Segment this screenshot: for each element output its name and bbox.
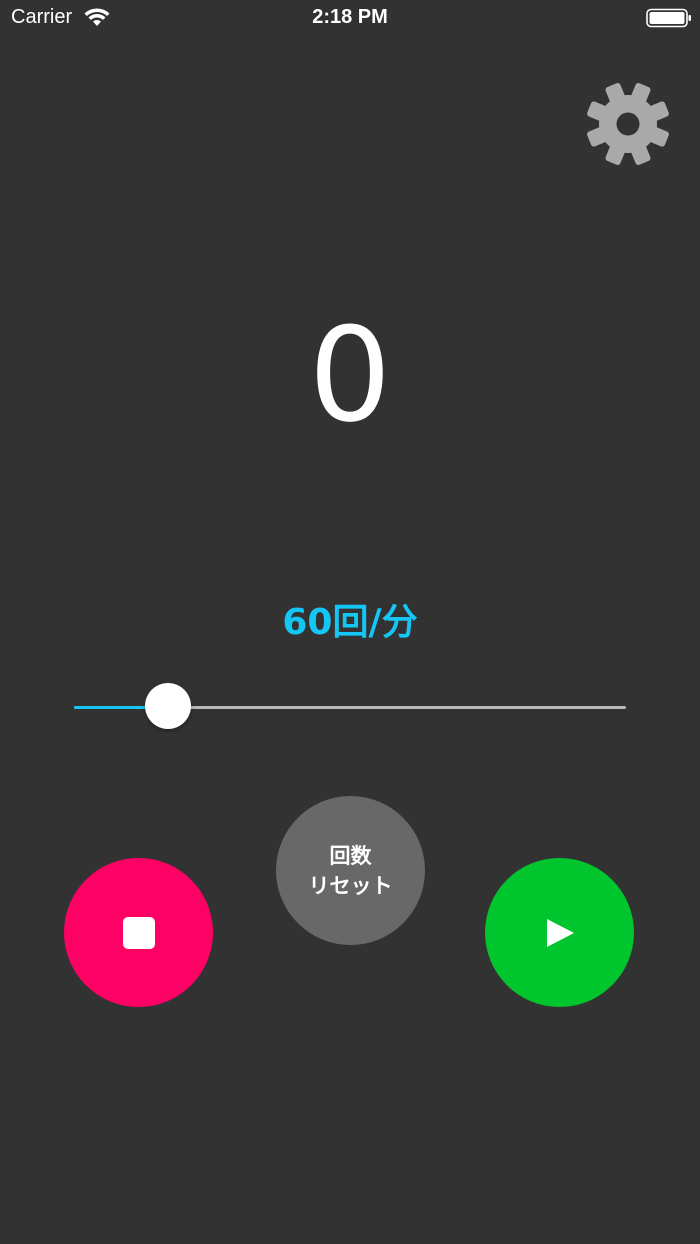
battery-icon — [646, 8, 691, 28]
reset-label-line1: 回数 — [329, 843, 372, 868]
stop-icon — [122, 916, 155, 949]
settings-button[interactable] — [582, 78, 674, 170]
status-bar: Carrier 2:18 PM — [0, 0, 700, 40]
stop-button[interactable] — [64, 858, 213, 1007]
play-button[interactable] — [485, 858, 634, 1007]
tempo-slider[interactable] — [74, 682, 626, 732]
counter-display: 0 — [308, 299, 392, 451]
gear-icon — [587, 83, 669, 165]
reset-label-line2: リセット — [308, 873, 393, 898]
wifi-icon — [84, 8, 110, 26]
carrier-label: Carrier — [11, 6, 73, 28]
play-icon — [546, 918, 574, 947]
tempo-label: 60回/分 — [282, 602, 418, 643]
slider-thumb[interactable] — [144, 683, 191, 729]
reset-count-button[interactable]: 回数 リセット — [276, 796, 425, 945]
